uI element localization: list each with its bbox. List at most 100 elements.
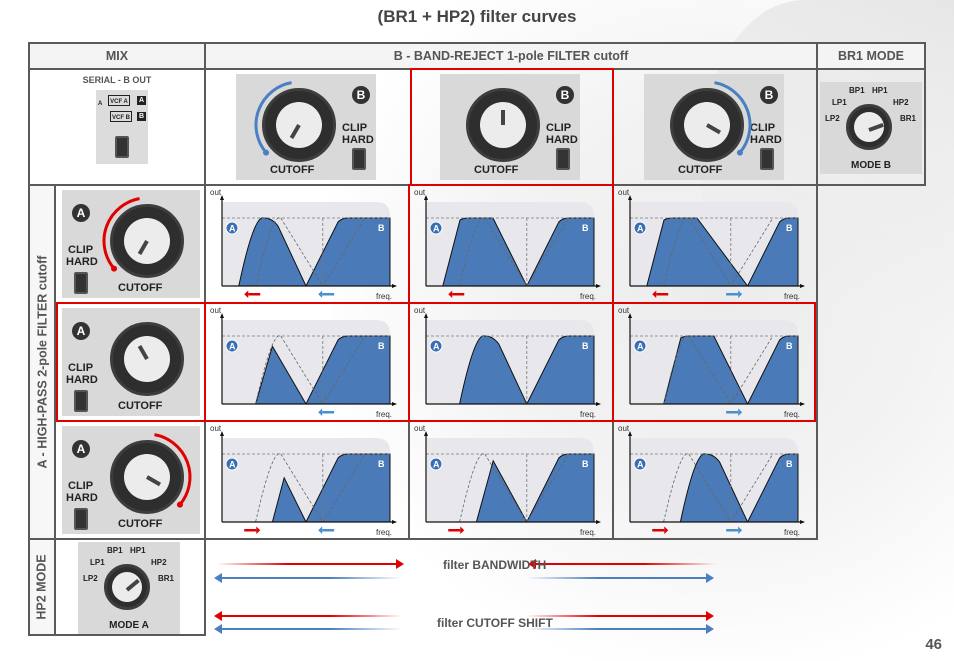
mode-pos-lp2: LP2 (825, 114, 840, 123)
filter-curve-chart: out freq. A B (614, 186, 816, 302)
a-cutoff-photo: A CLIP HARD CUTOFF (62, 190, 200, 298)
x-axis-arrow (800, 284, 805, 288)
br-shift-arrow (318, 290, 335, 298)
hp-shift-arrow (244, 290, 261, 298)
band-b-badge-text: B (378, 459, 385, 469)
shift-red-left-arrow (214, 611, 402, 621)
mode-a-label: MODE A (109, 620, 149, 631)
header-br1-mode: BR1 MODE (816, 42, 926, 70)
filter-curve-svg: out freq. A B (618, 188, 805, 301)
vcf-a-box: VCF A (108, 95, 130, 106)
filter-curve-svg: out freq. A B (210, 188, 397, 301)
mode-pos-bp1: BP1 (107, 546, 123, 555)
selected-frame (56, 302, 206, 422)
filter-curve-chart: out freq. A B (206, 422, 408, 538)
x-axis-label: freq. (784, 292, 800, 301)
selected-frame (410, 68, 614, 186)
filter-curve-chart: out freq. A B (614, 422, 816, 538)
row-label-high-pass: A - HIGH-PASS 2-pole FILTER cutoff (30, 186, 54, 538)
br-shift-arrow (318, 526, 335, 534)
x-axis-arrow (800, 520, 805, 524)
band-a-badge-text: A (229, 224, 236, 234)
band-a-badge-text: A (637, 224, 644, 234)
grid-line (924, 68, 926, 186)
x-axis-arrow (392, 520, 397, 524)
page-title: (BR1 + HP2) filter curves (377, 7, 577, 26)
row-label-text: HP2 MODE (35, 554, 50, 620)
band-b-badge-text: B (582, 459, 589, 469)
mode-pos-hp1: HP1 (872, 86, 888, 95)
mode-pos-lp1: LP1 (90, 558, 105, 567)
b-cutoff-photo: B CLIP HARD CUTOFF (236, 74, 376, 180)
legend-arrows: filter BANDWIDTH filter CUTOFF SHIFT (206, 540, 816, 636)
mode-pos-bp1: BP1 (849, 86, 865, 95)
mix-panel: SERIAL - B OUT A VCF A A VCF B B (30, 70, 204, 184)
row-label-hp2-mode: HP2 MODE (30, 540, 54, 634)
mode-pos-lp2: LP2 (83, 574, 98, 583)
x-axis-label: freq. (376, 292, 392, 301)
mode-b-label: MODE B (851, 160, 891, 171)
hp-shift-arrow (652, 290, 669, 298)
rotation-arrow-icon (714, 81, 752, 156)
x-axis-label: freq. (580, 528, 596, 537)
header-mix: MIX (28, 42, 206, 70)
hp-shift-arrow (448, 526, 465, 534)
band-a-badge-text: A (229, 460, 236, 470)
filter-curve-svg: out freq. A B (618, 424, 805, 537)
band-b-badge-text: B (786, 223, 793, 233)
bandwidth-blue-left-arrow (214, 573, 402, 583)
shift-blue-left-arrow (214, 624, 402, 634)
mode-b-photo: BP1 HP1 LP1 LP2 HP2 BR1 MODE B (820, 82, 922, 174)
y-axis-label: out (618, 424, 630, 433)
y-axis-label: out (210, 188, 222, 197)
selected-row-frame (204, 302, 816, 422)
mode-a-photo: BP1 HP1 LP1 LP2 HP2 BR1 MODE A (78, 542, 180, 634)
mode-pos-hp2: HP2 (893, 98, 909, 107)
rotation-arrow-icon (154, 433, 192, 508)
band-b-badge-text: B (378, 223, 385, 233)
band-a-badge-text: A (637, 460, 644, 470)
bandwidth-label: filter BANDWIDTH (443, 558, 547, 572)
row-label-text: A - HIGH-PASS 2-pole FILTER cutoff (35, 255, 50, 469)
shift-blue-right-arrow (526, 624, 714, 634)
mode-pos-hp2: HP2 (151, 558, 167, 567)
bandwidth-blue-right-arrow (526, 573, 714, 583)
br-shift-arrow (726, 526, 743, 534)
band-b-badge-text: B (786, 459, 793, 469)
mode-pos-lp1: LP1 (832, 98, 847, 107)
y-axis-label: out (618, 188, 630, 197)
shift-red-right-arrow (526, 611, 714, 621)
grid-line (28, 634, 206, 636)
rotation-arrow-icon (254, 81, 292, 156)
filter-curve-chart: out freq. A B (410, 422, 612, 538)
cutoff-shift-label: filter CUTOFF SHIFT (437, 616, 553, 630)
out-a-badge: A (137, 96, 146, 105)
input-label: A (98, 101, 103, 107)
x-axis-arrow (392, 284, 397, 288)
x-axis-label: freq. (376, 528, 392, 537)
y-axis-label: out (210, 424, 222, 433)
rotation-arrow-icon (102, 197, 140, 272)
band-a-badge-text: A (433, 460, 440, 470)
mode-pos-br1: BR1 (158, 574, 175, 583)
out-b-badge: B (137, 112, 146, 121)
filter-curve-svg: out freq. A B (414, 424, 601, 537)
bandwidth-red-left-arrow (216, 559, 404, 569)
br-shift-arrow (726, 290, 743, 298)
x-axis-arrow (596, 520, 601, 524)
header-band-reject: B - BAND-REJECT 1-pole FILTER cutoff (204, 42, 818, 70)
mix-switch[interactable] (115, 136, 129, 158)
x-axis-label: freq. (784, 528, 800, 537)
serial-diagram: A VCF A A VCF B B (96, 90, 148, 164)
hp-shift-arrow (652, 526, 669, 534)
b-cutoff-photo: B CLIP HARD CUTOFF (644, 74, 784, 180)
page-number: 46 (925, 636, 942, 653)
hp-shift-arrow (244, 526, 261, 534)
selected-frame (408, 184, 614, 304)
bandwidth-red-right-arrow (528, 559, 716, 569)
mode-pos-hp1: HP1 (130, 546, 146, 555)
filter-grid: MIX B - BAND-REJECT 1-pole FILTER cutoff… (28, 42, 926, 636)
vcf-b-box: VCF B (110, 111, 132, 122)
filter-curve-chart: out freq. A B (206, 186, 408, 302)
a-cutoff-photo: A CLIP HARD CUTOFF (62, 426, 200, 534)
